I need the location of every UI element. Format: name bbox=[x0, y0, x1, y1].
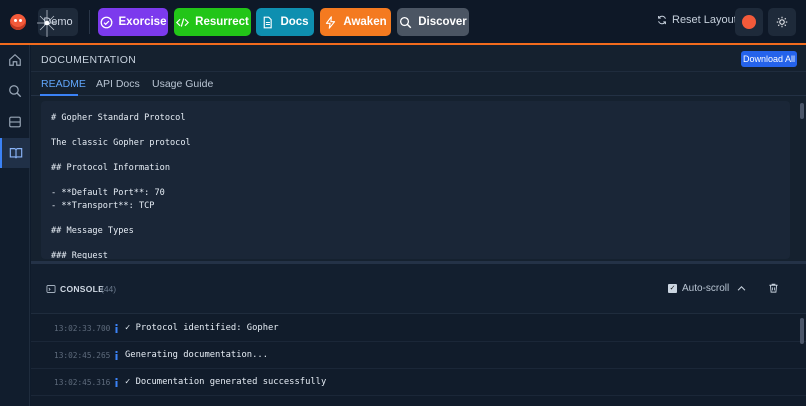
doc-line: - **Transport**: TCP bbox=[51, 201, 155, 211]
active-tab-indicator bbox=[40, 94, 78, 96]
home-icon bbox=[9, 53, 21, 66]
console-count: (44) bbox=[101, 284, 117, 294]
console-scrollbar[interactable] bbox=[800, 318, 804, 344]
checkbox-checked-icon: ✓ bbox=[668, 284, 677, 293]
divider bbox=[89, 10, 90, 34]
terminal-icon bbox=[46, 285, 56, 293]
log-row: 13:02:45.265 Generating documentation... bbox=[31, 342, 806, 369]
reset-layout-button[interactable]: Reset Layout bbox=[657, 14, 737, 26]
tab-usage-guide[interactable]: Usage Guide bbox=[152, 78, 213, 90]
docs-button[interactable]: Docs bbox=[256, 8, 314, 36]
sidebar-item-home[interactable] bbox=[0, 45, 30, 75]
code-icon bbox=[176, 17, 190, 27]
doc-line: # Gopher Standard Protocol bbox=[51, 113, 186, 123]
theme-toggle-button[interactable] bbox=[768, 8, 796, 36]
discover-button[interactable]: Discover bbox=[397, 8, 469, 36]
sidebar-item-docs[interactable] bbox=[0, 138, 30, 168]
awaken-label: Awaken bbox=[343, 16, 387, 28]
tab-api-docs[interactable]: API Docs bbox=[96, 78, 140, 90]
tab-readme[interactable]: README bbox=[41, 78, 86, 90]
doc-line: ## Protocol Information bbox=[51, 163, 170, 173]
main-panel: DOCUMENTATION Download All README API Do… bbox=[31, 45, 806, 406]
storage-icon bbox=[9, 116, 21, 128]
sidebar bbox=[0, 45, 30, 406]
info-icon bbox=[115, 378, 118, 387]
chevron-up-icon[interactable] bbox=[736, 283, 747, 294]
log-message: ✓ Protocol identified: Gopher bbox=[125, 323, 279, 333]
log-message: Generating documentation... bbox=[125, 350, 268, 360]
auto-scroll-toggle[interactable]: ✓ Auto-scroll bbox=[668, 283, 729, 294]
log-timestamp: 13:02:45.316 bbox=[54, 378, 111, 387]
doc-line: ## Message Types bbox=[51, 226, 134, 236]
console-header: CONSOLE (44) ✓ Auto-scroll bbox=[31, 264, 806, 314]
doc-line: - **Default Port**: 70 bbox=[51, 188, 165, 198]
log-timestamp: 13:02:33.700 bbox=[54, 324, 111, 333]
book-icon bbox=[9, 148, 23, 159]
sidebar-item-storage[interactable] bbox=[0, 107, 30, 137]
log-message: ✓ Documentation generated successfully bbox=[125, 377, 327, 387]
app-logo bbox=[10, 14, 26, 30]
console-panel: CONSOLE (44) ✓ Auto-scroll 13:02:33.700 … bbox=[31, 261, 806, 406]
console-title: CONSOLE bbox=[60, 284, 105, 294]
info-icon bbox=[115, 351, 118, 360]
sidebar-item-search[interactable] bbox=[0, 76, 30, 106]
info-icon bbox=[115, 324, 118, 333]
doc-tabs: README API Docs Usage Guide bbox=[31, 72, 806, 96]
log-timestamp: 13:02:45.265 bbox=[54, 351, 111, 360]
doc-scrollbar[interactable] bbox=[800, 103, 804, 119]
document-icon bbox=[264, 16, 273, 28]
readme-content: # Gopher Standard Protocol The classic G… bbox=[41, 101, 790, 259]
sparkle-icon bbox=[37, 10, 57, 37]
ghost-icon bbox=[100, 16, 112, 28]
log-row: 13:02:45.316 ✓ Documentation generated s… bbox=[31, 369, 806, 396]
reset-layout-label: Reset Layout bbox=[672, 14, 737, 26]
exorcise-label: Exorcise bbox=[118, 16, 167, 28]
doc-line: ### Request bbox=[51, 251, 108, 259]
discover-label: Discover bbox=[418, 16, 467, 28]
auto-scroll-label: Auto-scroll bbox=[682, 283, 730, 294]
refresh-icon bbox=[658, 15, 666, 25]
trash-icon[interactable] bbox=[768, 282, 779, 294]
exorcise-button[interactable]: Exorcise bbox=[98, 8, 168, 36]
search-icon bbox=[400, 16, 412, 28]
resurrect-button[interactable]: Resurrect bbox=[174, 8, 251, 36]
resurrect-label: Resurrect bbox=[195, 16, 249, 28]
sun-icon bbox=[776, 16, 788, 28]
doc-line: The classic Gopher protocol bbox=[51, 138, 191, 148]
top-bar: Demo Exorcise Resurrect Docs Awaken Disc… bbox=[0, 0, 806, 44]
documentation-header: DOCUMENTATION Download All bbox=[31, 45, 806, 72]
log-row: 13:02:33.700 ✓ Protocol identified: Goph… bbox=[31, 315, 806, 342]
bolt-icon bbox=[326, 15, 336, 29]
docs-label: Docs bbox=[280, 16, 309, 28]
avatar bbox=[742, 15, 756, 29]
search-icon bbox=[9, 85, 22, 98]
download-all-button[interactable]: Download All bbox=[741, 51, 797, 67]
awaken-button[interactable]: Awaken bbox=[320, 8, 391, 36]
documentation-title: DOCUMENTATION bbox=[41, 54, 137, 66]
user-avatar-button[interactable] bbox=[735, 8, 763, 36]
